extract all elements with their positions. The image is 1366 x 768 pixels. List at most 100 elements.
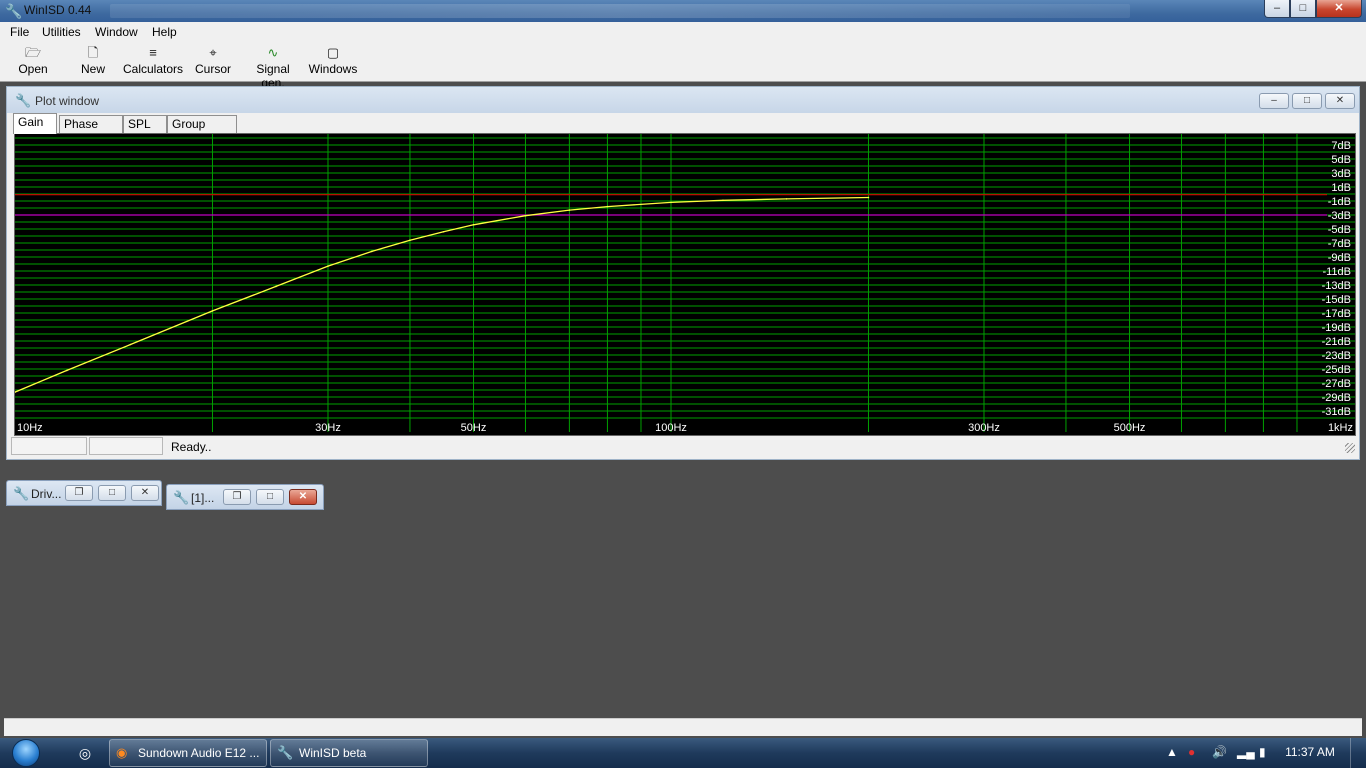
start-button[interactable] bbox=[8, 738, 48, 768]
tab-gain[interactable]: Gain bbox=[13, 113, 57, 134]
maximize-button[interactable]: □ bbox=[1290, 0, 1316, 18]
open-button[interactable]: 🗁 Open bbox=[3, 44, 63, 80]
gain-point bbox=[442, 231, 445, 233]
winisd-app-icon: 🔧 bbox=[5, 3, 23, 19]
power-icon[interactable]: ▮ bbox=[1259, 745, 1266, 759]
y-tick-label: -31dB bbox=[1322, 406, 1351, 418]
cursor-crosshair-icon: ⌖ bbox=[209, 45, 217, 60]
calculators-button[interactable]: ≡ Calculators bbox=[123, 44, 183, 80]
close-button[interactable]: ✕ bbox=[289, 489, 317, 505]
maximize-button[interactable]: □ bbox=[98, 485, 126, 501]
taskbar-task-winisd[interactable]: 🔧 WinISD beta bbox=[270, 739, 428, 767]
clock[interactable]: 11:37 AM bbox=[1280, 745, 1340, 759]
menu-window[interactable]: Window bbox=[95, 25, 138, 39]
menu-file[interactable]: File bbox=[10, 25, 29, 39]
cursor-label: Cursor bbox=[194, 62, 231, 76]
plot-window-header: 🔧 Plot window – □ ✕ bbox=[7, 87, 1359, 113]
gain-point bbox=[409, 239, 411, 241]
y-tick-label: -1dB bbox=[1328, 196, 1351, 208]
new-button[interactable]: 🗋 New bbox=[63, 44, 123, 80]
menu-help[interactable]: Help bbox=[152, 25, 177, 39]
restore-button[interactable]: ❐ bbox=[223, 489, 251, 505]
minimized-window-project[interactable]: 🔧 [1]... ❐ □ ✕ bbox=[166, 484, 324, 510]
beats-audio-icon[interactable]: ● bbox=[1188, 745, 1195, 759]
minimized-window-title: Driv... bbox=[31, 487, 62, 501]
menu-utilities[interactable]: Utilities bbox=[42, 25, 81, 39]
y-tick-label: 5dB bbox=[1331, 154, 1351, 166]
wrench-icon: 🔧 bbox=[15, 93, 32, 108]
tab-phase-plot[interactable]: Phase plot bbox=[59, 115, 123, 148]
x-tick-label: 300Hz bbox=[968, 422, 1000, 434]
close-button[interactable]: ✕ bbox=[1316, 0, 1362, 18]
minimized-window-title: [1]... bbox=[191, 491, 215, 505]
y-tick-label: -25dB bbox=[1322, 364, 1351, 376]
speaker-icon[interactable]: 🔊 bbox=[1212, 745, 1227, 759]
signal-bars-icon[interactable]: ▂▄ bbox=[1237, 745, 1255, 759]
minimize-button[interactable]: – bbox=[1264, 0, 1290, 18]
y-tick-label: -19dB bbox=[1322, 322, 1351, 334]
gain-point bbox=[670, 201, 672, 204]
taskbar: ◎ ◉ Sundown Audio E12 ... 🔧 WinISD beta … bbox=[0, 738, 1366, 768]
calculators-label: Calculators bbox=[123, 62, 184, 76]
y-tick-label: 1dB bbox=[1331, 182, 1351, 194]
wrench-icon: 🔧 bbox=[277, 745, 294, 760]
gain-point bbox=[785, 198, 788, 200]
x-tick-label: 1kHz bbox=[1328, 422, 1353, 434]
gain-point bbox=[867, 196, 870, 199]
show-desktop-button[interactable] bbox=[1350, 738, 1366, 768]
status-text: Ready.. bbox=[171, 440, 212, 454]
windows-button[interactable]: ▢ Windows bbox=[303, 44, 363, 80]
calculator-icon: ≡ bbox=[149, 45, 157, 60]
status-pane-1 bbox=[11, 437, 87, 455]
tray-expand-icon[interactable]: ▲ bbox=[1166, 745, 1178, 759]
task-label: WinISD beta bbox=[299, 746, 367, 760]
y-tick-label: -13dB bbox=[1322, 280, 1351, 292]
y-tick-label: -5dB bbox=[1328, 224, 1351, 236]
taskbar-task-firefox[interactable]: ◉ Sundown Audio E12 ... bbox=[109, 739, 267, 767]
gain-point bbox=[211, 310, 214, 312]
gain-plot[interactable]: 7dB 5dB 3dB 1dB -1dB -3dB -5dB -7dB -9dB -11dB -13… bbox=[14, 133, 1356, 436]
status-bar: Ready.. bbox=[11, 437, 1357, 457]
y-tick-label: -17dB bbox=[1322, 308, 1351, 320]
y-tick-label: 7dB bbox=[1331, 140, 1351, 152]
menu-bar: File Utilities Window Help bbox=[0, 22, 1366, 42]
plot-restore-button[interactable]: □ bbox=[1292, 93, 1322, 109]
tab-group-delay[interactable]: Group delay bbox=[167, 115, 237, 148]
signal-wave-icon: ∿ bbox=[267, 45, 279, 60]
y-tick-label: -7dB bbox=[1328, 238, 1351, 250]
plot-close-button[interactable]: ✕ bbox=[1325, 93, 1355, 109]
gain-point bbox=[524, 214, 527, 217]
new-document-icon: 🗋 bbox=[87, 45, 99, 60]
y-tick-label: -11dB bbox=[1322, 266, 1351, 278]
close-button[interactable]: ✕ bbox=[131, 485, 159, 501]
x-tick-label: 100Hz bbox=[655, 422, 687, 434]
cursor-button[interactable]: ⌖ Cursor bbox=[183, 44, 243, 80]
gain-point bbox=[568, 209, 571, 211]
y-tick-label: -15dB bbox=[1322, 294, 1351, 306]
gain-point bbox=[66, 369, 68, 372]
mdi-horizontal-scrollbar[interactable] bbox=[4, 718, 1362, 736]
resize-grip[interactable] bbox=[1345, 443, 1355, 453]
restore-button[interactable]: ❐ bbox=[65, 485, 93, 501]
folder-open-icon: 🗁 bbox=[24, 45, 42, 60]
window-icon: ▢ bbox=[326, 45, 340, 60]
task-label: Sundown Audio E12 ... bbox=[138, 746, 260, 760]
windows-logo-icon bbox=[12, 739, 40, 767]
pinned-app-icon[interactable]: ◎ bbox=[66, 740, 104, 766]
gain-curve bbox=[15, 196, 869, 393]
minimized-window-driver[interactable]: 🔧 Driv... ❐ □ ✕ bbox=[6, 480, 162, 506]
gain-point bbox=[472, 224, 475, 226]
plot-minimize-button[interactable]: – bbox=[1259, 93, 1289, 109]
signal-gen-button[interactable]: ∿ Signal gen. bbox=[243, 44, 303, 90]
x-tick-label: 30Hz bbox=[315, 422, 341, 434]
gain-point bbox=[722, 199, 724, 202]
gain-point bbox=[327, 265, 329, 267]
open-label: Open bbox=[18, 62, 48, 76]
plot-window-title: Plot window bbox=[35, 94, 100, 108]
windows-label: Windows bbox=[308, 62, 358, 76]
y-tick-label: 3dB bbox=[1331, 168, 1351, 180]
tab-spl[interactable]: SPL bbox=[123, 115, 167, 133]
y-tick-label: -29dB bbox=[1322, 392, 1351, 404]
x-tick-label: 10Hz bbox=[17, 422, 43, 434]
maximize-button[interactable]: □ bbox=[256, 489, 284, 505]
